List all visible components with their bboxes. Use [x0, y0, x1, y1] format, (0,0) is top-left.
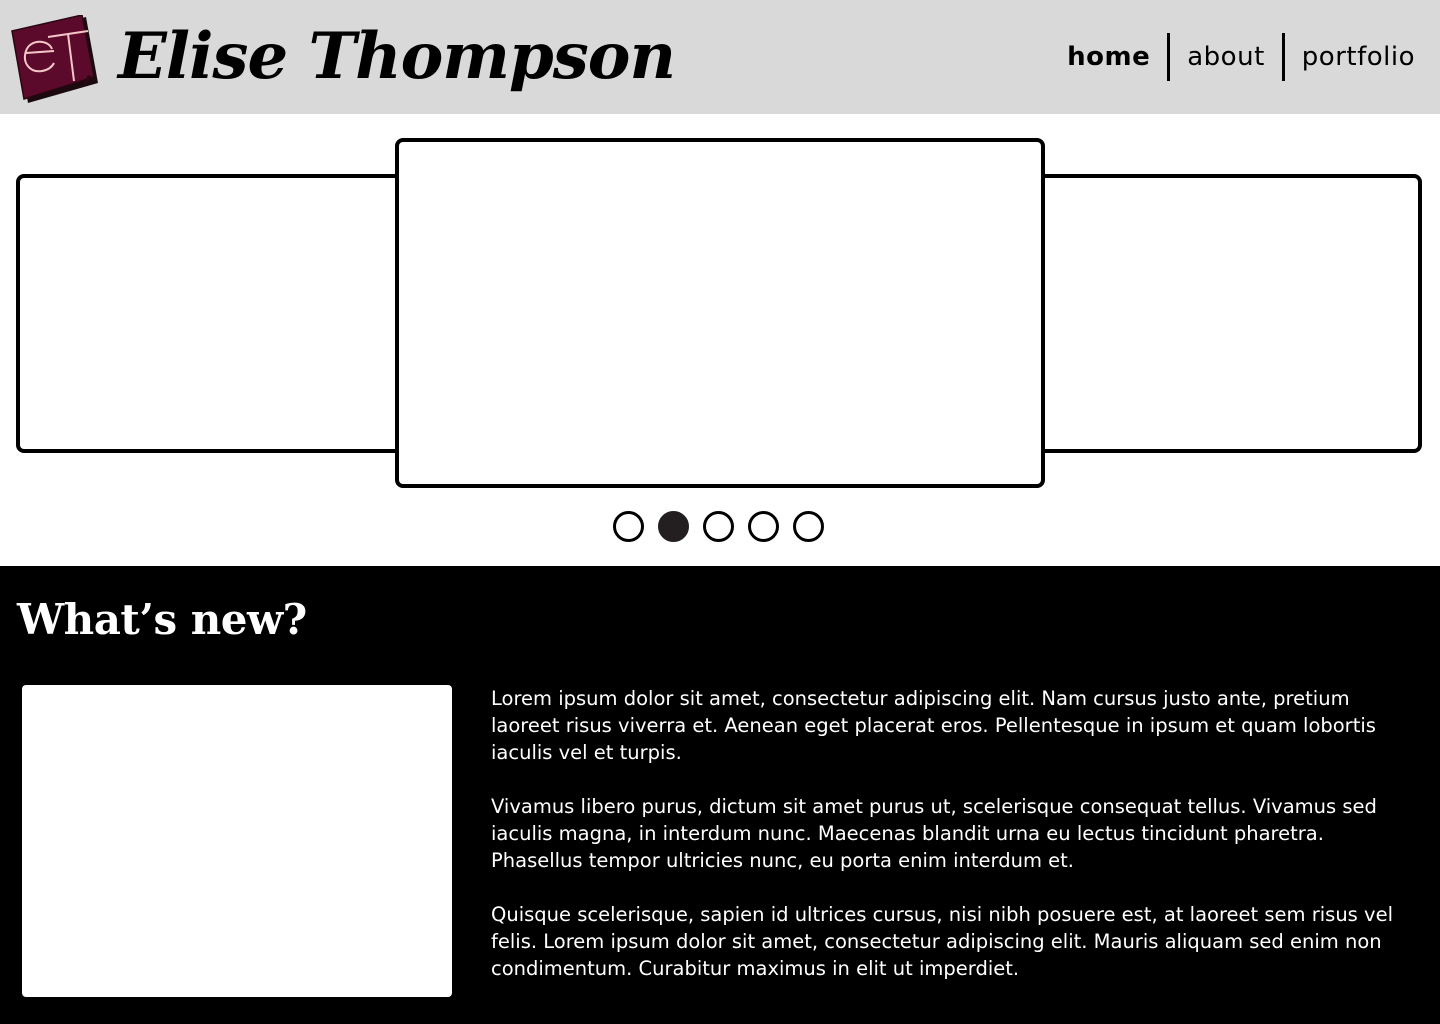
carousel-dot-1[interactable]: [613, 511, 644, 542]
whats-new-section: What’s new? Lorem ipsum dolor sit amet, …: [0, 566, 1440, 1024]
news-paragraph: Vivamus libero purus, dictum sit amet pu…: [491, 795, 1377, 872]
image-carousel: [0, 114, 1440, 566]
carousel-dot-2[interactable]: [658, 511, 689, 542]
carousel-slide-next[interactable]: [1024, 174, 1422, 453]
carousel-dot-3[interactable]: [703, 511, 734, 542]
news-paragraph: Quisque scelerisque, sapien id ultrices …: [491, 903, 1393, 980]
nav-about-link[interactable]: about: [1187, 33, 1265, 81]
nav-portfolio-link[interactable]: portfolio: [1302, 33, 1415, 81]
carousel-pagination: [613, 511, 838, 542]
et-monogram-logo-icon[interactable]: [8, 15, 100, 111]
carousel-slide-current[interactable]: [395, 138, 1045, 488]
main-nav: home about portfolio: [1067, 33, 1415, 81]
carousel-slide-previous[interactable]: [16, 174, 416, 453]
carousel-dot-5[interactable]: [793, 511, 824, 542]
news-image-placeholder: [22, 685, 452, 997]
site-header: Elise Thompson home about portfolio: [0, 0, 1440, 114]
section-heading: What’s new?: [17, 595, 307, 644]
site-title: Elise Thompson: [118, 19, 676, 94]
news-paragraph: Lorem ipsum dolor sit amet, consectetur …: [491, 687, 1376, 764]
nav-home-link[interactable]: home: [1067, 33, 1150, 81]
news-body: Lorem ipsum dolor sit amet, consectetur …: [491, 685, 1421, 1009]
carousel-dot-4[interactable]: [748, 511, 779, 542]
nav-divider: [1281, 33, 1285, 81]
nav-divider: [1167, 33, 1171, 81]
